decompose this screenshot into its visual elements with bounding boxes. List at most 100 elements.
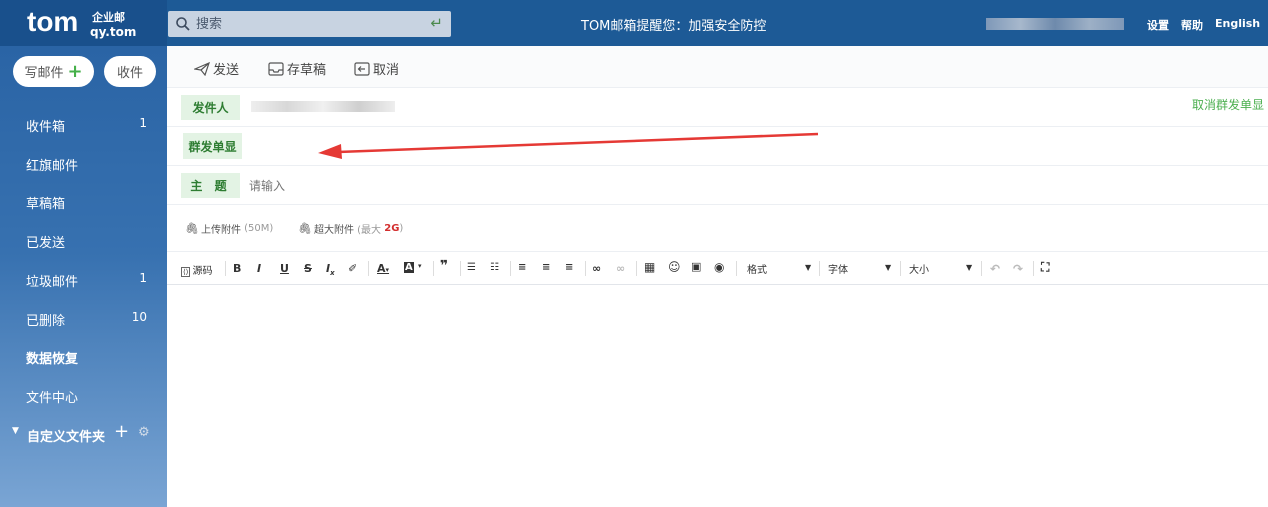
format-dropdown[interactable]: 格式 ▼ bbox=[747, 261, 811, 276]
font-dropdown[interactable]: 字体 ▼ bbox=[828, 261, 892, 276]
folder-label: 文件中心 bbox=[26, 391, 79, 406]
size-label: 大小 bbox=[909, 265, 929, 276]
account-name-blurred[interactable] bbox=[986, 18, 1124, 30]
cancel-button[interactable]: 取消 bbox=[354, 59, 399, 78]
divider bbox=[736, 261, 737, 276]
upload-attachment-button[interactable]: 🖇 上传附件 (50M) bbox=[185, 221, 273, 236]
logo-domain: qy.tom bbox=[90, 25, 137, 39]
undo-icon[interactable]: ↶ bbox=[990, 262, 1000, 276]
divider bbox=[585, 261, 586, 276]
underline-icon[interactable]: U bbox=[280, 262, 289, 275]
bullet-list-icon[interactable]: ☰ bbox=[467, 262, 476, 273]
add-folder-icon[interactable]: + bbox=[114, 421, 129, 442]
custom-folders-header[interactable]: ▼ 自定义文件夹 + ⚙ bbox=[0, 415, 167, 454]
align-left-icon[interactable]: ≡ bbox=[518, 262, 526, 273]
group-single-row: 群发单显 bbox=[167, 127, 1268, 166]
logo[interactable]: tom 企业邮 qy.tom bbox=[0, 0, 167, 46]
subject-label: 主 题 bbox=[181, 173, 240, 198]
compose-panel: 发送 存草稿 取消 发件人 取消群发单显 群发单显 主 题 🖇 上传附件 (50… bbox=[167, 46, 1268, 507]
folder-inbox[interactable]: 收件箱 1 bbox=[0, 105, 167, 144]
folder-label: 草稿箱 bbox=[26, 197, 66, 212]
large-size: 2G bbox=[384, 223, 400, 234]
font-color-icon[interactable]: A▾ bbox=[377, 262, 389, 275]
search-box: ↵ bbox=[168, 11, 451, 37]
subject-input[interactable] bbox=[249, 176, 849, 196]
brush-icon[interactable]: ✐ bbox=[348, 262, 357, 275]
strikethrough-icon[interactable]: S bbox=[304, 262, 312, 275]
fullscreen-icon[interactable]: ⛶ bbox=[1041, 260, 1049, 275]
clear-format-icon[interactable]: Ix bbox=[326, 262, 335, 277]
send-button[interactable]: 发送 bbox=[194, 59, 239, 78]
paperclip-icon: 🖇 bbox=[298, 222, 312, 235]
align-right-icon[interactable]: ≡ bbox=[565, 262, 573, 273]
divider bbox=[636, 261, 637, 276]
plus-icon: + bbox=[67, 61, 83, 82]
editor-body[interactable] bbox=[167, 286, 1268, 507]
italic-icon[interactable]: I bbox=[257, 262, 261, 275]
unlink-icon[interactable]: ∞ bbox=[616, 262, 625, 275]
source-icon: ⟨⟩ bbox=[181, 267, 191, 277]
compose-toolbar: 发送 存草稿 取消 bbox=[167, 46, 1268, 88]
divider bbox=[368, 261, 369, 276]
table-icon[interactable]: ▦ bbox=[644, 260, 655, 274]
save-draft-button[interactable]: 存草稿 bbox=[268, 59, 326, 78]
divider bbox=[510, 261, 511, 276]
emoji-icon[interactable]: ☺ bbox=[668, 260, 681, 274]
receive-button[interactable]: 收件 bbox=[104, 56, 156, 87]
folder-sent[interactable]: 已发送 bbox=[0, 221, 167, 260]
image-icon[interactable]: ▣ bbox=[691, 260, 701, 273]
english-link[interactable]: English bbox=[1215, 17, 1260, 30]
divider bbox=[225, 261, 226, 276]
compass-icon[interactable]: ◉ bbox=[714, 260, 724, 274]
help-link[interactable]: 帮助 bbox=[1181, 17, 1203, 33]
cancel-group-single-link[interactable]: 取消群发单显 bbox=[1192, 96, 1264, 113]
source-button[interactable]: ⟨⟩ 源码 bbox=[181, 262, 212, 277]
folder-label: 数据恢复 bbox=[26, 352, 79, 367]
folder-label: 收件箱 bbox=[26, 120, 66, 135]
folder-label: 已删除 bbox=[26, 314, 66, 329]
folder-label: 垃圾邮件 bbox=[26, 275, 79, 290]
quote-icon[interactable]: ❞ bbox=[440, 258, 448, 274]
compose-button[interactable]: 写邮件 + bbox=[13, 56, 94, 87]
large-label: 超大附件 bbox=[313, 225, 354, 236]
link-icon[interactable]: ∞ bbox=[592, 262, 601, 275]
subject-row: 主 题 bbox=[167, 166, 1268, 205]
large-attachment-button[interactable]: 🖇 超大附件 (最大 2G) bbox=[298, 221, 403, 236]
bold-icon[interactable]: B bbox=[233, 262, 241, 275]
folder-drafts[interactable]: 草稿箱 bbox=[0, 182, 167, 221]
gear-icon[interactable]: ⚙ bbox=[138, 425, 150, 440]
align-center-icon[interactable]: ≡ bbox=[542, 262, 550, 273]
upload-label: 上传附件 bbox=[200, 225, 241, 236]
compose-label: 写邮件 bbox=[24, 66, 64, 81]
numbered-list-icon[interactable]: ☷ bbox=[490, 262, 499, 273]
search-icon[interactable] bbox=[175, 16, 191, 32]
folder-flagged[interactable]: 红旗邮件 bbox=[0, 144, 167, 183]
bg-color-caret-icon[interactable]: ▾ bbox=[418, 262, 422, 270]
folder-data-recovery[interactable]: 数据恢复 bbox=[0, 337, 167, 376]
group-single-label: 群发单显 bbox=[183, 133, 242, 159]
folder-deleted[interactable]: 已删除 10 bbox=[0, 299, 167, 338]
enter-icon[interactable]: ↵ bbox=[430, 14, 443, 32]
settings-link[interactable]: 设置 bbox=[1147, 17, 1169, 33]
search-input[interactable] bbox=[196, 14, 416, 34]
font-label: 字体 bbox=[828, 265, 848, 276]
save-draft-label: 存草稿 bbox=[287, 63, 327, 78]
cancel-label: 取消 bbox=[373, 63, 400, 78]
folder-count: 1 bbox=[139, 271, 147, 285]
top-bar: tom 企业邮 qy.tom ↵ TOM邮箱提醒您：加强安全防控 设置 帮助 E… bbox=[0, 0, 1268, 46]
logo-text: tom bbox=[27, 6, 79, 37]
bg-color-icon[interactable]: A bbox=[404, 262, 414, 273]
size-dropdown[interactable]: 大小 ▼ bbox=[909, 261, 973, 276]
redo-icon[interactable]: ↷ bbox=[1013, 262, 1023, 276]
folder-spam[interactable]: 垃圾邮件 1 bbox=[0, 260, 167, 299]
logo-subtitle: 企业邮 bbox=[92, 11, 125, 24]
custom-folders-label: 自定义文件夹 bbox=[27, 430, 106, 445]
divider bbox=[981, 261, 982, 276]
folder-file-center[interactable]: 文件中心 bbox=[0, 376, 167, 415]
sender-address-blurred[interactable] bbox=[251, 101, 395, 112]
source-label: 源码 bbox=[192, 266, 213, 277]
inbox-icon bbox=[268, 61, 284, 76]
large-prefix: (最大 bbox=[357, 225, 382, 236]
divider bbox=[460, 261, 461, 276]
caret-down-icon[interactable]: ▼ bbox=[12, 426, 19, 436]
